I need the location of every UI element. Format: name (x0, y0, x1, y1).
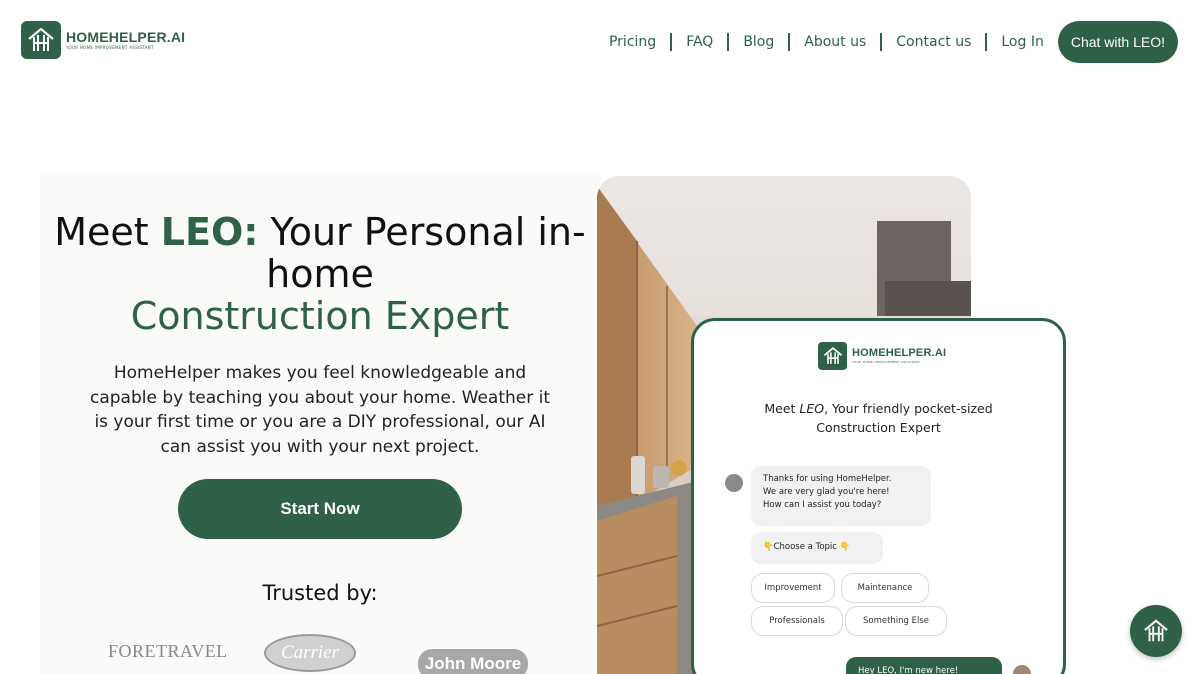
nav-faq[interactable]: FAQ (686, 34, 713, 50)
nav-divider (670, 33, 673, 51)
chat-title-suffix: , Your friendly pocket-sized (824, 401, 993, 416)
headline-meet: Meet (54, 210, 161, 254)
topic-chip-maintenance[interactable]: Maintenance (841, 573, 929, 603)
nav-contact-us[interactable]: Contact us (896, 34, 971, 50)
logo-tagline: YOUR HOME IMPROVEMENT ASSISTANT (66, 45, 154, 50)
hero-section: Meet LEO: Your Personal in-home Construc… (40, 175, 600, 674)
bot-message-line: We are very glad you're here! (763, 487, 890, 497)
topic-chip-improvement[interactable]: Improvement (751, 573, 835, 603)
start-now-button[interactable]: Start Now (178, 479, 462, 539)
headline-your-personal: Your Personal in-home (258, 210, 586, 296)
site-logo[interactable]: HOMEHELPER.AI YOUR HOME IMPROVEMENT ASSI… (21, 21, 185, 59)
headline-construction-expert: Construction Expert (130, 294, 510, 338)
main-nav: Pricing FAQ Blog About us Contact us Log… (609, 21, 1178, 63)
user-avatar (1013, 665, 1031, 674)
hero-headline: Meet LEO: Your Personal in-home Construc… (40, 211, 600, 337)
bot-message-line: How can I assist you today? (763, 500, 882, 510)
bot-message-line: Thanks for using HomeHelper. (763, 474, 892, 484)
chat-title-line2: Construction Expert (816, 420, 941, 435)
house-logo-icon (21, 21, 61, 59)
floating-chat-button[interactable] (1130, 605, 1182, 657)
john-moore-logo: John Moore (418, 649, 528, 674)
chat-with-leo-button[interactable]: Chat with LEO! (1057, 21, 1178, 63)
chat-preview-card: HOMEHELPER.AI YOUR HOME IMPROVEMENT ASSI… (691, 318, 1066, 674)
chat-card-title: Meet LEO, Your friendly pocket-sized Con… (694, 399, 1063, 437)
site-header: HOMEHELPER.AI YOUR HOME IMPROVEMENT ASSI… (0, 0, 1200, 84)
chat-card-logo-name: HOMEHELPER.AI (852, 347, 947, 359)
chat-card-logo-tagline: YOUR HOME IMPROVEMENT ASSISTANT (852, 360, 921, 364)
nav-divider (727, 33, 730, 51)
chat-title-leo: LEO (799, 401, 825, 416)
logo-name: HOMEHELPER.AI (66, 29, 186, 45)
choose-topic-bubble: 👇Choose a Topic 👇 (751, 532, 883, 564)
homehelper-logo-icon (1144, 619, 1168, 642)
chat-card-logo: HOMEHELPER.AI YOUR HOME IMPROVEMENT ASSI… (818, 342, 946, 370)
nav-about-us[interactable]: About us (804, 34, 866, 50)
chat-title-meet: Meet (764, 401, 800, 416)
bot-avatar (725, 474, 743, 492)
carrier-logo: Carrier (264, 634, 356, 672)
nav-log-in[interactable]: Log In (1001, 34, 1043, 50)
user-message-bubble: Hey LEO, I'm new here! (846, 657, 1002, 674)
topic-chip-something-else[interactable]: Something Else (845, 606, 947, 636)
nav-divider (788, 33, 791, 51)
foretravel-logo: FORETRAVEL (108, 641, 228, 661)
hero-description: HomeHelper makes you feel knowledgeable … (89, 363, 551, 457)
nav-divider (985, 33, 988, 51)
trusted-by-label: Trusted by: (262, 581, 378, 605)
house-logo-icon (818, 342, 847, 370)
nav-blog[interactable]: Blog (743, 34, 774, 50)
nav-pricing[interactable]: Pricing (609, 34, 656, 50)
nav-divider (880, 33, 883, 51)
bot-message-bubble: Thanks for using HomeHelper. We are very… (751, 466, 931, 526)
topic-chip-professionals[interactable]: Professionals (751, 606, 843, 636)
headline-leo: LEO: (160, 210, 259, 254)
